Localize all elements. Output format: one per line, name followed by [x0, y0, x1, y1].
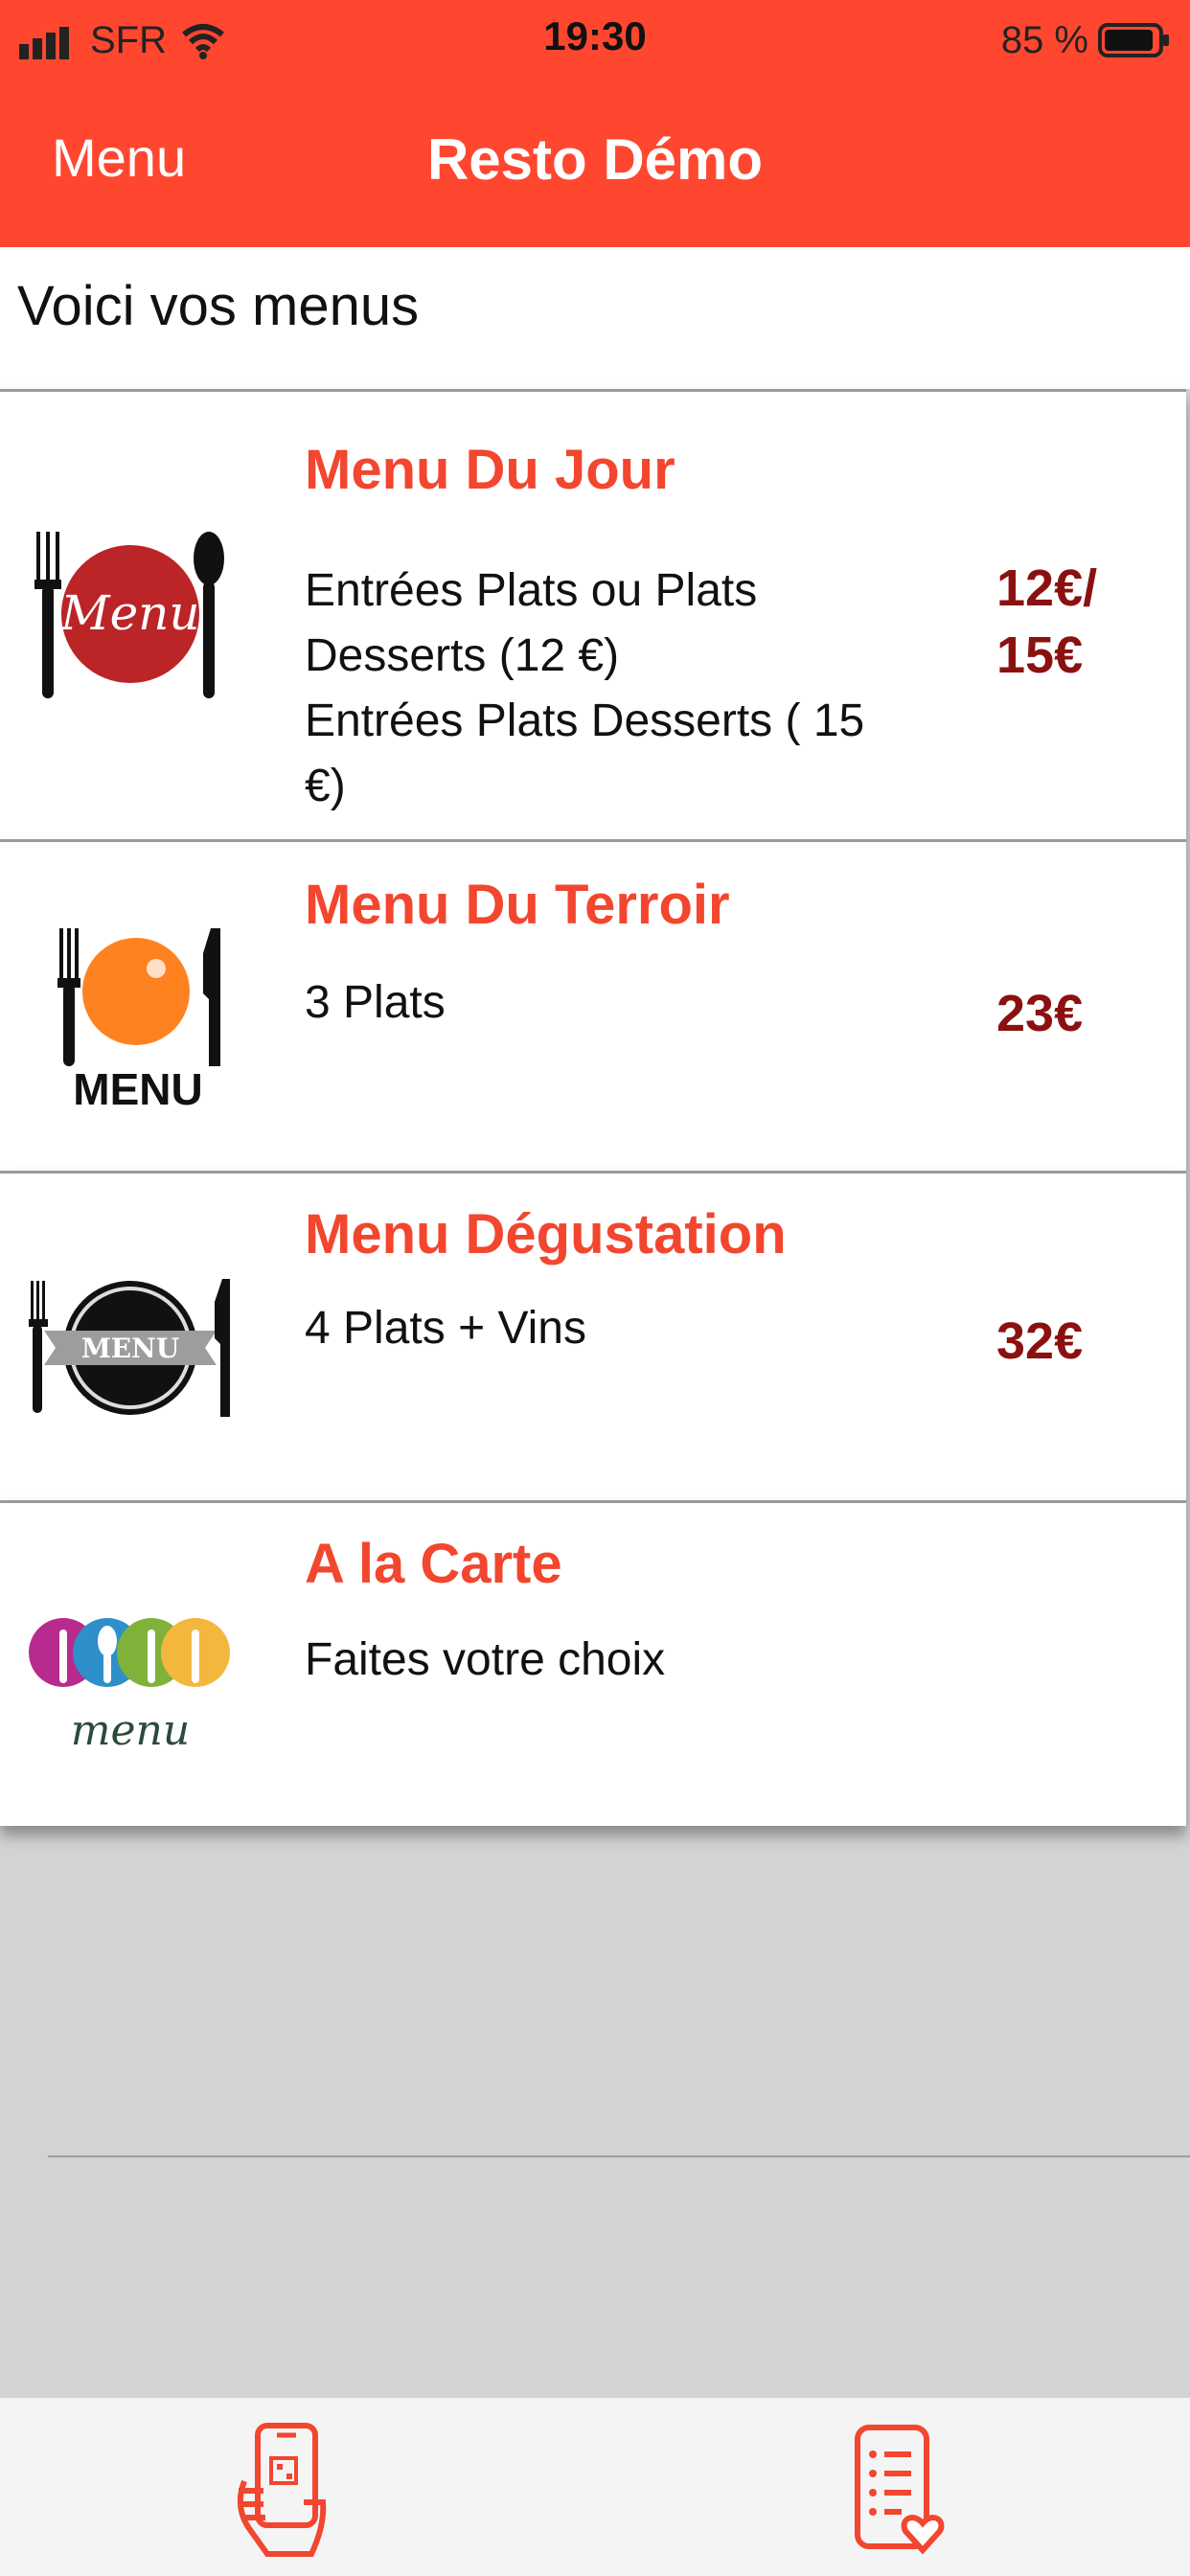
menu-degustation-logo-icon: MENU	[29, 1279, 230, 1417]
nav-bar: Menu Resto Démo	[0, 103, 1190, 218]
nav-title: Resto Démo	[426, 127, 764, 192]
menu-card-price-line: 12€/	[996, 559, 1098, 617]
phone-qr-hand-icon	[237, 2423, 327, 2557]
menu-card-desc-line: 3 Plats	[305, 977, 446, 1028]
menu-card-price-line: 32€	[996, 1312, 1084, 1370]
menu-card-desc-line: Faites votre choix	[305, 1634, 666, 1685]
tab-bar	[0, 2397, 1190, 2576]
menu-card-du-jour[interactable]: Menu Menu Du Jour Entrées Plats ou Plats…	[0, 389, 1186, 839]
menu-jour-logo-text: Menu	[59, 585, 199, 641]
battery-icon	[1098, 23, 1169, 57]
main-content: Voici vos menus Menu Menu Du Jour Entrée…	[0, 247, 1190, 2376]
menu-card-desc-line: Entrées Plats Desserts ( 15	[305, 695, 865, 746]
menu-card-price: 23€	[996, 980, 1150, 1047]
menu-card-desc-line: €)	[305, 761, 346, 811]
menu-card-description: 3 Plats	[305, 970, 880, 1036]
menu-card-a-la-carte[interactable]: menu A la Carte Faites votre choix	[0, 1500, 1186, 1826]
list-heart-icon	[855, 2425, 945, 2555]
menu-card-title: Menu Du Jour	[305, 439, 675, 501]
menu-card-description: Entrées Plats ou Plats Desserts (12 €) E…	[305, 559, 880, 819]
a-la-carte-logo-icon: menu	[29, 1618, 230, 1755]
tab-scan[interactable]	[215, 2415, 368, 2568]
menu-card-title: Menu Dégustation	[305, 1203, 787, 1265]
app-header: SFR 19:30 85 % Menu Resto Démo	[0, 0, 1190, 247]
menu-card-description: Faites votre choix	[305, 1628, 880, 1693]
menu-jour-logo-icon: Menu	[34, 532, 224, 698]
menu-card-du-terroir[interactable]: MENU Menu Du Terroir 3 Plats 23€	[0, 839, 1186, 1171]
menu-terroir-logo-text: MENU	[73, 1064, 202, 1114]
menu-card-desc-line: Entrées Plats ou Plats	[305, 565, 758, 616]
menu-card-description: 4 Plats + Vins	[305, 1296, 880, 1361]
menu-card-degustation[interactable]: MENU Menu Dégustation 4 Plats + Vins 32€	[0, 1171, 1186, 1500]
battery-percent: 85 %	[1000, 18, 1088, 61]
menu-card-desc-line: Desserts (12 €)	[305, 630, 620, 681]
status-bar: SFR 19:30 85 %	[0, 0, 1190, 77]
menu-card-price-line: 23€	[996, 985, 1084, 1042]
menu-card-price-line: 15€	[996, 627, 1084, 684]
menu-degustation-logo-text: MENU	[81, 1333, 179, 1364]
tab-favorites[interactable]	[820, 2415, 973, 2568]
section-divider	[48, 2155, 1190, 2157]
menu-card-title: Menu Du Terroir	[305, 874, 730, 936]
a-la-carte-logo-text: menu	[71, 1706, 190, 1755]
menu-card-title: A la Carte	[305, 1533, 562, 1595]
menu-card-price: 32€	[996, 1308, 1150, 1375]
menu-card-price: 12€/ 15€	[996, 555, 1150, 689]
menu-card-desc-line: 4 Plats + Vins	[305, 1303, 586, 1354]
subheader: Voici vos menus	[0, 247, 1190, 389]
menu-terroir-logo-icon: MENU	[57, 928, 220, 1114]
subheader-title: Voici vos menus	[17, 275, 420, 337]
status-right: 85 %	[1001, 13, 1171, 67]
